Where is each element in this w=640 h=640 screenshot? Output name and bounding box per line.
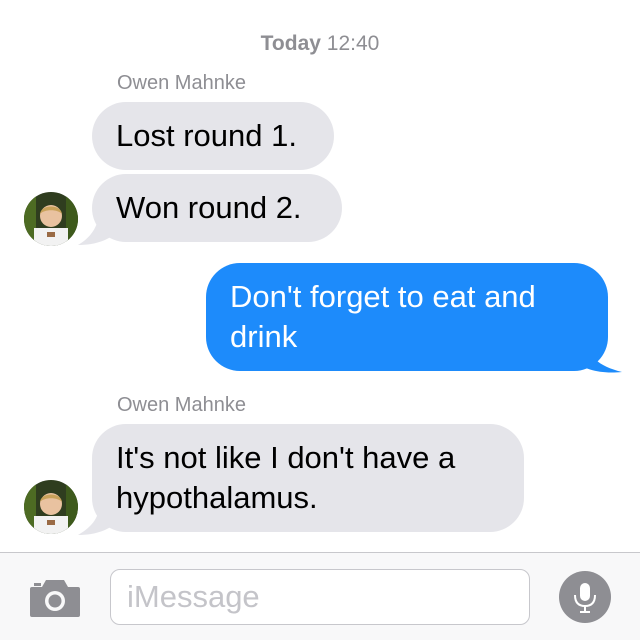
incoming-message[interactable]: Won round 2.: [92, 174, 342, 242]
sender-name: Owen Mahnke: [117, 394, 246, 416]
avatar-photo: [24, 480, 78, 534]
incoming-message[interactable]: It's not like I don't have a hypothalamu…: [92, 424, 524, 532]
outgoing-message[interactable]: Don't forget to eat and drink: [206, 263, 608, 371]
imessage-input[interactable]: [110, 569, 530, 625]
camera-icon: [30, 580, 80, 617]
message-input-bar: [0, 552, 640, 640]
microphone-icon: [574, 583, 596, 613]
avatar-photo: [24, 192, 78, 246]
avatar[interactable]: [24, 480, 78, 534]
camera-button[interactable]: [28, 575, 82, 619]
incoming-message[interactable]: Lost round 1.: [92, 102, 334, 170]
avatar[interactable]: [24, 192, 78, 246]
conversation-screen: Today 12:40 Owen Mahnke Lost round 1. Wo…: [0, 0, 640, 640]
dictation-button[interactable]: [559, 571, 611, 623]
